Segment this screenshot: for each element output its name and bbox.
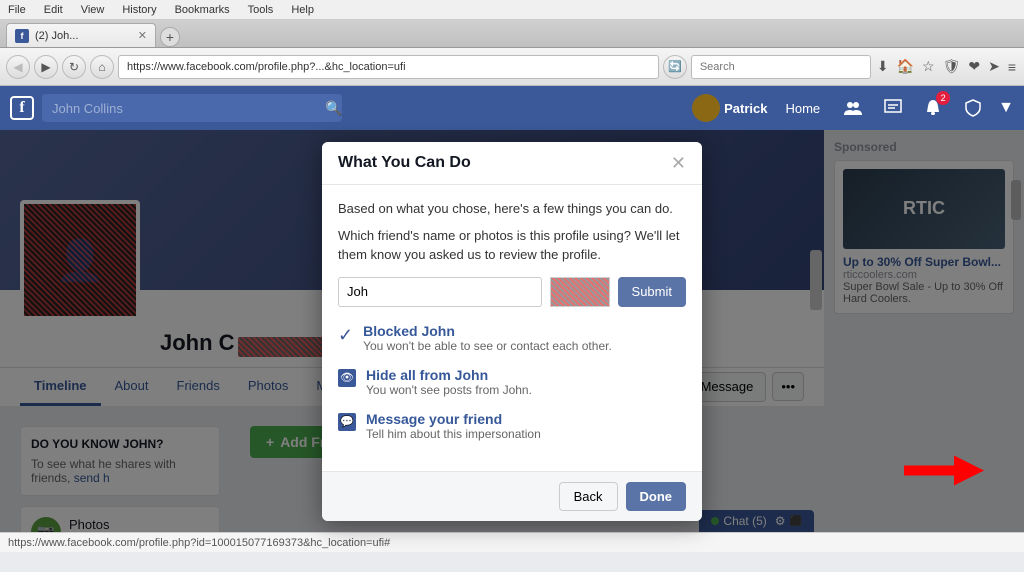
tab-title: (2) Joh... <box>35 30 78 42</box>
facebook-header: f 🔍 Patrick Home 2 ▼ <box>0 86 1024 130</box>
blocked-desc: You won't be able to see or contact each… <box>363 339 612 353</box>
checkmark-icon: ✓ <box>338 325 353 346</box>
hide-item: 👁 Hide all from John You won't see posts… <box>338 367 686 397</box>
menu-bookmarks[interactable]: Bookmarks <box>171 2 234 18</box>
notifications-badge: 2 <box>936 91 950 105</box>
facebook-search-input[interactable] <box>42 94 342 122</box>
fb-messages-icon[interactable] <box>878 93 908 123</box>
menu-view[interactable]: View <box>77 2 109 18</box>
reload-button[interactable]: ↻ <box>62 55 86 79</box>
menu-edit[interactable]: Edit <box>40 2 67 18</box>
fb-friends-icon[interactable] <box>838 93 868 123</box>
address-bar[interactable] <box>118 55 659 79</box>
blocked-label: Blocked John <box>363 323 612 339</box>
input-redacted-overlay <box>550 277 610 307</box>
tab-close-button[interactable]: ✕ <box>138 29 147 42</box>
main-content: 👤 John C Timeline About Friends Photos M… <box>0 130 1024 532</box>
menu-file[interactable]: File <box>4 2 30 18</box>
browser-search-input[interactable] <box>691 55 871 79</box>
facebook-logo: f <box>10 96 34 120</box>
status-url: https://www.facebook.com/profile.php?id=… <box>8 537 390 549</box>
refresh-icon[interactable]: 🔄 <box>663 55 687 79</box>
send-icon[interactable]: ➤ <box>986 56 1002 77</box>
fb-user-avatar <box>692 94 720 122</box>
active-tab[interactable]: f (2) Joh... ✕ <box>6 23 156 47</box>
menu-tools[interactable]: Tools <box>244 2 278 18</box>
fb-settings-icon[interactable]: ▼ <box>998 99 1014 117</box>
tab-bar: f (2) Joh... ✕ + <box>0 20 1024 48</box>
forward-button[interactable]: ▶ <box>34 55 58 79</box>
modal-title: What You Can Do <box>338 154 471 172</box>
hide-info: Hide all from John You won't see posts f… <box>366 367 532 397</box>
menu-history[interactable]: History <box>118 2 160 18</box>
message-info: Message your friend Tell him about this … <box>366 411 541 441</box>
pocket-icon[interactable]: ❤ <box>966 56 982 77</box>
fb-privacy-icon[interactable] <box>958 93 988 123</box>
modal-header: What You Can Do ✕ <box>322 142 702 185</box>
message-friend-icon: 💬 <box>338 413 356 431</box>
fb-username[interactable]: Patrick <box>724 101 767 116</box>
star-icon[interactable]: ☆ <box>920 56 937 77</box>
facebook-nav: Patrick Home 2 ▼ <box>692 93 1014 123</box>
home-button[interactable]: ⌂ <box>90 55 114 79</box>
menu-bar: File Edit View History Bookmarks Tools H… <box>0 0 1024 20</box>
modal-close-button[interactable]: ✕ <box>671 154 686 172</box>
modal-description: Based on what you chose, here's a few th… <box>338 201 686 216</box>
fb-user-avatar-area[interactable]: Patrick <box>692 94 767 122</box>
modal-body: Based on what you chose, here's a few th… <box>322 185 702 471</box>
browser-toolbar: ◀ ▶ ↻ ⌂ 🔄 ⬇ 🏠 ☆ 🛡 ❤ ➤ ≡ <box>0 48 1024 86</box>
friend-name-input[interactable] <box>338 277 542 307</box>
menu-help[interactable]: Help <box>287 2 318 18</box>
shield-icon[interactable]: 🛡 <box>941 56 963 77</box>
blocked-item: ✓ Blocked John You won't be able to see … <box>338 323 686 353</box>
back-button[interactable]: Back <box>559 482 618 511</box>
hide-label: Hide all from John <box>366 367 532 383</box>
modal-overlay: What You Can Do ✕ Based on what you chos… <box>0 130 1024 532</box>
blocked-info: Blocked John You won't be able to see or… <box>363 323 612 353</box>
message-friend-desc: Tell him about this impersonation <box>366 427 541 441</box>
new-tab-button[interactable]: + <box>160 27 180 47</box>
download-icon[interactable]: ⬇ <box>875 56 891 77</box>
home-icon[interactable]: 🏠 <box>895 56 916 77</box>
menu-icon[interactable]: ≡ <box>1006 57 1018 77</box>
modal-dialog: What You Can Do ✕ Based on what you chos… <box>322 142 702 521</box>
redacted-block <box>551 278 609 306</box>
hide-icon: 👁 <box>338 369 356 387</box>
status-bar: https://www.facebook.com/profile.php?id=… <box>0 532 1024 552</box>
tab-favicon: f <box>15 29 29 43</box>
message-item: 💬 Message your friend Tell him about thi… <box>338 411 686 441</box>
back-button[interactable]: ◀ <box>6 55 30 79</box>
hide-desc: You won't see posts from John. <box>366 383 532 397</box>
fb-search-icon[interactable]: 🔍 <box>325 100 342 117</box>
toolbar-icons: ⬇ 🏠 ☆ 🛡 ❤ ➤ ≡ <box>875 56 1018 77</box>
modal-footer: Back Done <box>322 471 702 521</box>
modal-input-row: Submit <box>338 277 686 307</box>
modal-question: Which friend's name or photos is this pr… <box>338 226 686 265</box>
submit-button[interactable]: Submit <box>618 277 686 307</box>
fb-home-link[interactable]: Home <box>777 97 828 120</box>
red-arrow-indicator <box>904 453 984 488</box>
message-friend-label: Message your friend <box>366 411 541 427</box>
done-button[interactable]: Done <box>626 482 687 511</box>
fb-notifications-icon[interactable]: 2 <box>918 93 948 123</box>
